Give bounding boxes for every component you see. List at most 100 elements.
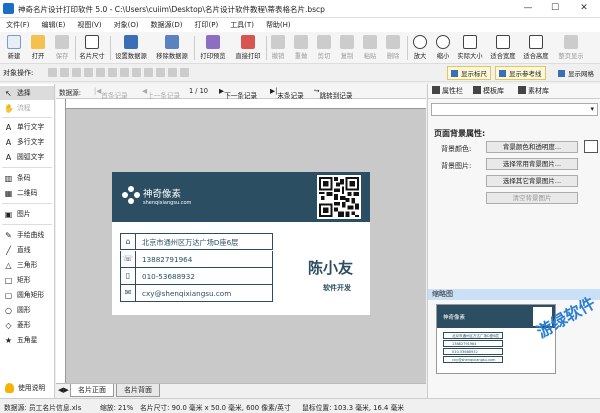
jump-record-button[interactable]: ↪ 跳转到记录: [314, 87, 353, 100]
same-height-icon[interactable]: [156, 68, 165, 77]
menu-help[interactable]: 帮助(H): [260, 18, 297, 32]
tool-image[interactable]: ▣ 图片: [0, 207, 54, 221]
bg-color-swatch[interactable]: [584, 140, 598, 153]
toggle-guides[interactable]: 显示参考线: [495, 66, 546, 80]
send-back-icon[interactable]: [180, 68, 189, 77]
align-bottom-icon[interactable]: [108, 68, 117, 77]
tool-qrcode[interactable]: ▦ 二维码: [0, 186, 54, 200]
tab-templates[interactable]: 模板库: [473, 86, 504, 96]
align-top-icon[interactable]: [84, 68, 93, 77]
tab-materials[interactable]: 素材库: [518, 86, 549, 96]
close-button[interactable]: ✕: [574, 2, 594, 15]
new-button[interactable]: 新建: [3, 34, 25, 62]
tool-star[interactable]: ★ 五角星: [0, 333, 54, 347]
business-card[interactable]: 神奇像素 shenqixiangsu.com ⌂ 北京市通州区万达广场D座6层 ☏…: [112, 172, 370, 315]
zoom-in-button[interactable]: 放大: [410, 34, 430, 62]
cut-icon: [317, 35, 331, 49]
tab-properties[interactable]: 属性栏: [432, 86, 463, 96]
status-bar: 数据源: 员工名片信息.xls 缩放: 21% 名片尺寸: 90.0 毫米 x …: [0, 398, 600, 413]
print-preview-button[interactable]: 打印预览: [197, 34, 229, 62]
align-middle-icon[interactable]: [96, 68, 105, 77]
align-left-icon[interactable]: [48, 68, 57, 77]
toggle-grid[interactable]: 显示网格: [554, 66, 598, 80]
distribute-h-icon[interactable]: [120, 68, 129, 77]
undo-button[interactable]: 撤销: [268, 34, 288, 62]
rounded-rect-icon: ▢: [4, 291, 13, 300]
tool-multi-text[interactable]: A 多行文字: [0, 135, 54, 149]
tool-rectangle[interactable]: □ 矩形: [0, 273, 54, 287]
first-record-button[interactable]: |◀ 首条记录: [94, 87, 128, 100]
mobile-text: 010-53688932: [142, 272, 195, 281]
help-button[interactable]: 使用说明: [0, 380, 54, 396]
tool-select[interactable]: ↖ 选择: [0, 86, 54, 100]
distribute-v-icon[interactable]: [132, 68, 141, 77]
set-datasource-button[interactable]: 设置数据源: [112, 34, 150, 62]
tab-scroll-arrows-icon[interactable]: ◀▶: [58, 386, 69, 394]
window-title: 神奇名片设计打印软件 5.0 - C:\Users\cuiim\Desktop\…: [18, 5, 325, 14]
phone-icon: ☏: [121, 251, 136, 267]
tool-arc-text[interactable]: A 圆弧文字: [0, 150, 54, 164]
menu-file[interactable]: 文件(F): [0, 18, 36, 32]
menu-print[interactable]: 打印(P): [189, 18, 225, 32]
common-bg-image-button[interactable]: 选择常用背景图片...: [486, 158, 578, 170]
redo-button[interactable]: 重做: [291, 34, 311, 62]
toggle-ruler[interactable]: 显示标尺: [447, 66, 491, 80]
tab-back[interactable]: 名片背面: [116, 384, 160, 397]
print-button[interactable]: 直接打印: [232, 34, 264, 62]
minimize-button[interactable]: —: [518, 2, 538, 15]
bring-front-icon[interactable]: [168, 68, 177, 77]
page-tabs: ◀▶ 名片正面 名片背面: [56, 383, 426, 397]
paste-button[interactable]: 粘贴: [360, 34, 380, 62]
remove-datasource-icon: [165, 35, 179, 49]
tab-front[interactable]: 名片正面: [70, 384, 114, 397]
open-button[interactable]: 打开: [27, 34, 49, 62]
remove-datasource-button[interactable]: 移除数据源: [153, 34, 191, 62]
copy-button[interactable]: 复制: [337, 34, 357, 62]
vertical-ruler: [56, 99, 66, 383]
clear-bg-image-button[interactable]: 清空背景图片: [486, 192, 578, 204]
menu-object[interactable]: 对象(O): [108, 18, 145, 32]
delete-button[interactable]: 删除: [383, 34, 403, 62]
fit-height-button[interactable]: 适合高度: [521, 34, 551, 62]
align-right-icon[interactable]: [72, 68, 81, 77]
last-record-button[interactable]: ▶| 末条记录: [270, 87, 304, 100]
zoom-out-button[interactable]: 缩小: [433, 34, 453, 62]
tools-panel: ↖ 选择 ✋ 流程 A 单行文字 A 多行文字 A 圆弧文字 ▥ 条码 ▦ 二维码 ▣ 图片 ✎…: [0, 84, 55, 398]
fit-width-button[interactable]: 适合宽度: [488, 34, 518, 62]
cut-button[interactable]: 剪切: [314, 34, 334, 62]
menu-view[interactable]: 视图(V): [71, 18, 107, 32]
tool-rounded-rect[interactable]: ▢ 圆角矩形: [0, 288, 54, 302]
prev-record-button[interactable]: ◀ 上一条记录: [142, 87, 180, 100]
bg-color-button[interactable]: 背景颜色和透明度...: [486, 141, 578, 153]
menu-edit[interactable]: 编辑(E): [36, 18, 72, 32]
mobile-icon: ▯: [121, 268, 136, 284]
tool-diamond[interactable]: ◇ 菱形: [0, 318, 54, 332]
bg-color-label: 背景颜色:: [441, 145, 472, 153]
same-width-icon[interactable]: [144, 68, 153, 77]
menu-datasource[interactable]: 数据源(D): [145, 18, 189, 32]
card-size-button[interactable]: 名片尺寸: [77, 34, 107, 62]
tool-freehand[interactable]: ✎ 手绘曲线: [0, 228, 54, 242]
save-button[interactable]: 保存: [51, 34, 73, 62]
tool-single-text[interactable]: A 单行文字: [0, 120, 54, 134]
email-text: cxy@shenqixiangsu.com: [142, 289, 232, 298]
tool-circle[interactable]: ○ 圆形: [0, 303, 54, 317]
menu-tools[interactable]: 工具(T): [224, 18, 260, 32]
tool-pan[interactable]: ✋ 流程: [0, 101, 54, 115]
delete-icon: [386, 35, 400, 49]
tool-barcode[interactable]: ▥ 条码: [0, 171, 54, 185]
align-center-icon[interactable]: [60, 68, 69, 77]
tool-line[interactable]: ╱ 直线: [0, 243, 54, 257]
actual-size-icon: [463, 35, 477, 49]
fit-page-button[interactable]: 整页显示: [556, 34, 586, 62]
next-record-button[interactable]: ▶ 下一条记录: [219, 87, 257, 100]
card-thumbnail[interactable]: 神奇像素 北京市通州区万达广场D座6层 13882791964 010-5368…: [436, 304, 556, 374]
object-select[interactable]: ▾: [431, 103, 598, 116]
actual-size-button[interactable]: 实际大小: [455, 34, 485, 62]
tool-triangle[interactable]: △ 三角形: [0, 258, 54, 272]
other-bg-image-button[interactable]: 选择其它背景图片...: [486, 175, 578, 187]
thumbnail-row: 010-53688932: [443, 348, 503, 355]
maximize-button[interactable]: ☐: [545, 2, 565, 15]
thumbnail-brand: 神奇像素: [443, 315, 466, 321]
mobile-row: ▯ 010-53688932: [120, 268, 273, 285]
